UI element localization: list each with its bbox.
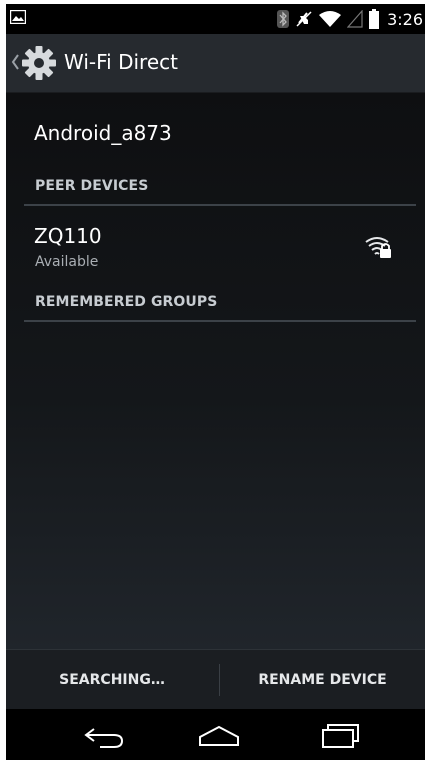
battery-icon — [369, 9, 380, 29]
page-title: Wi-Fi Direct — [64, 50, 178, 74]
up-caret-icon[interactable] — [10, 52, 20, 72]
settings-gear-icon[interactable] — [20, 44, 58, 82]
mute-icon — [296, 11, 312, 27]
peer-device-status: Available — [35, 254, 99, 270]
image-icon — [10, 10, 26, 24]
recents-icon[interactable] — [316, 719, 366, 751]
status-time: 3:26 — [387, 9, 423, 29]
screen: 3:26 Wi-Fi Direct Android_a873 PEER DEVI… — [6, 4, 425, 760]
back-icon[interactable] — [80, 719, 130, 751]
remembered-groups-header: REMEMBERED GROUPS — [24, 292, 416, 322]
peer-device-row[interactable]: ZQ110 Available — [6, 219, 425, 281]
status-icons: 3:26 — [277, 4, 423, 34]
bluetooth-icon — [277, 10, 290, 28]
status-bar: 3:26 — [6, 4, 425, 34]
button-bar: SEARCHING… RENAME DEVICE — [6, 649, 425, 710]
action-bar[interactable]: Wi-Fi Direct — [6, 34, 425, 93]
peer-devices-label: PEER DEVICES — [35, 178, 149, 194]
navigation-bar — [6, 709, 425, 760]
signal-icon — [347, 10, 363, 28]
this-device-name: Android_a873 — [34, 121, 172, 145]
home-icon[interactable] — [194, 719, 244, 751]
content-area: Android_a873 PEER DEVICES ZQ110 Availabl… — [6, 93, 425, 649]
remembered-groups-label: REMEMBERED GROUPS — [35, 294, 218, 310]
wifi-icon — [319, 11, 342, 27]
peer-devices-header: PEER DEVICES — [24, 176, 416, 206]
rename-device-button[interactable]: RENAME DEVICE — [220, 650, 425, 710]
wifi-lock-icon — [365, 237, 391, 258]
peer-device-name: ZQ110 — [34, 224, 102, 248]
searching-button[interactable]: SEARCHING… — [6, 650, 218, 710]
